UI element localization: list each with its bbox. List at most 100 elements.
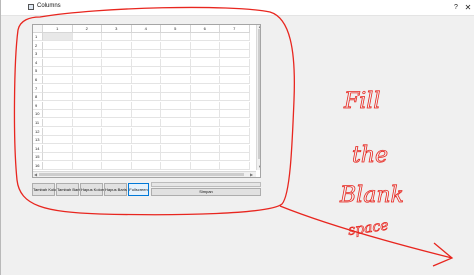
table-cell[interactable]	[190, 93, 220, 102]
add-column-button[interactable]: Tambah Kolom	[32, 183, 60, 196]
table-cell[interactable]	[43, 67, 73, 76]
table-cell[interactable]	[190, 127, 220, 136]
row-header[interactable]: 16	[33, 162, 43, 170]
table-cell[interactable]	[131, 33, 161, 41]
table-cell[interactable]	[220, 153, 250, 162]
table-cell[interactable]	[161, 110, 191, 119]
table-cell[interactable]	[102, 93, 132, 102]
table-cell[interactable]	[131, 76, 161, 84]
table-cell[interactable]	[102, 127, 132, 136]
scroll-left-icon[interactable]: ◀	[34, 173, 37, 177]
table-cell[interactable]	[72, 67, 102, 76]
table-cell[interactable]	[131, 136, 161, 145]
table-cell[interactable]	[161, 76, 191, 84]
table-cell[interactable]	[131, 58, 161, 67]
column-header[interactable]: 1	[43, 25, 73, 33]
table-cell[interactable]	[43, 153, 73, 162]
row-header[interactable]: 5	[33, 67, 43, 76]
table-cell[interactable]	[190, 136, 220, 145]
table-cell[interactable]	[131, 93, 161, 102]
table-cell[interactable]	[220, 33, 250, 41]
table-cell[interactable]	[220, 67, 250, 76]
table-cell[interactable]	[161, 93, 191, 102]
table-cell[interactable]	[131, 127, 161, 136]
save-button[interactable]: Simpan	[151, 188, 261, 196]
help-button[interactable]: ?	[451, 2, 461, 13]
table-cell[interactable]	[72, 93, 102, 102]
horizontal-scroll-thumb[interactable]	[39, 173, 244, 176]
table-cell[interactable]	[131, 67, 161, 76]
table-cell[interactable]	[220, 93, 250, 102]
row-header[interactable]: 12	[33, 127, 43, 136]
table-cell[interactable]	[161, 144, 191, 153]
table-cell[interactable]	[43, 76, 73, 84]
table-cell[interactable]	[43, 110, 73, 119]
table-cell[interactable]	[190, 33, 220, 41]
table-cell[interactable]	[102, 162, 132, 170]
table-cell[interactable]	[43, 127, 73, 136]
table-cell[interactable]	[72, 76, 102, 84]
table-cell[interactable]	[161, 101, 191, 110]
table-cell[interactable]	[190, 162, 220, 170]
column-header[interactable]: 3	[102, 25, 132, 33]
table-cell[interactable]	[190, 101, 220, 110]
table-cell[interactable]	[102, 119, 132, 127]
table-cell[interactable]	[220, 119, 250, 127]
table-cell[interactable]	[102, 76, 132, 84]
table-cell[interactable]	[220, 84, 250, 93]
table-cell[interactable]	[131, 101, 161, 110]
data-table[interactable]: ▲ ▼ ◀ ▶ 123456712345678910111213141516	[32, 24, 261, 178]
delete-column-button[interactable]: Hapus Kolom	[80, 183, 105, 196]
table-cell[interactable]	[43, 84, 73, 93]
table-cell[interactable]	[131, 50, 161, 59]
row-header[interactable]: 11	[33, 119, 43, 127]
table-cell[interactable]	[43, 33, 73, 41]
table-cell[interactable]	[72, 127, 102, 136]
table-cell[interactable]	[220, 76, 250, 84]
table-cell[interactable]	[102, 67, 132, 76]
table-cell[interactable]	[102, 110, 132, 119]
row-header[interactable]: 1	[33, 33, 43, 41]
table-cell[interactable]	[102, 144, 132, 153]
table-cell[interactable]	[43, 101, 73, 110]
table-cell[interactable]	[131, 153, 161, 162]
table-cell[interactable]	[72, 119, 102, 127]
table-cell[interactable]	[72, 144, 102, 153]
scroll-down-icon[interactable]: ▼	[258, 165, 260, 169]
table-cell[interactable]	[161, 33, 191, 41]
table-cell[interactable]	[43, 144, 73, 153]
table-cell[interactable]	[43, 50, 73, 59]
scroll-right-icon[interactable]: ▶	[250, 173, 253, 177]
table-cell[interactable]	[102, 41, 132, 50]
row-header[interactable]: 4	[33, 58, 43, 67]
horizontal-scrollbar[interactable]: ◀ ▶	[33, 171, 256, 177]
fullscreen-button[interactable]: Fullscreen	[128, 183, 149, 196]
row-header[interactable]: 3	[33, 50, 43, 59]
row-header[interactable]: 7	[33, 84, 43, 93]
table-cell[interactable]	[72, 101, 102, 110]
table-cell[interactable]	[190, 50, 220, 59]
table-cell[interactable]	[161, 67, 191, 76]
column-header[interactable]: 4	[131, 25, 161, 33]
table-cell[interactable]	[190, 58, 220, 67]
row-header[interactable]: 9	[33, 101, 43, 110]
row-header[interactable]: 13	[33, 136, 43, 145]
table-cell[interactable]	[72, 50, 102, 59]
table-cell[interactable]	[102, 101, 132, 110]
table-cell[interactable]	[72, 153, 102, 162]
table-cell[interactable]	[131, 119, 161, 127]
table-cell[interactable]	[72, 58, 102, 67]
table-cell[interactable]	[102, 58, 132, 67]
add-row-button[interactable]: Tambah Baris	[56, 183, 81, 196]
table-cell[interactable]	[220, 58, 250, 67]
table-cell[interactable]	[102, 50, 132, 59]
table-cell[interactable]	[72, 41, 102, 50]
table-cell[interactable]	[43, 93, 73, 102]
table-cell[interactable]	[220, 136, 250, 145]
table-cell[interactable]	[72, 136, 102, 145]
table-cell[interactable]	[131, 162, 161, 170]
table-cell[interactable]	[161, 136, 191, 145]
row-header[interactable]: 6	[33, 76, 43, 84]
row-header[interactable]: 8	[33, 93, 43, 102]
column-header[interactable]: 6	[190, 25, 220, 33]
